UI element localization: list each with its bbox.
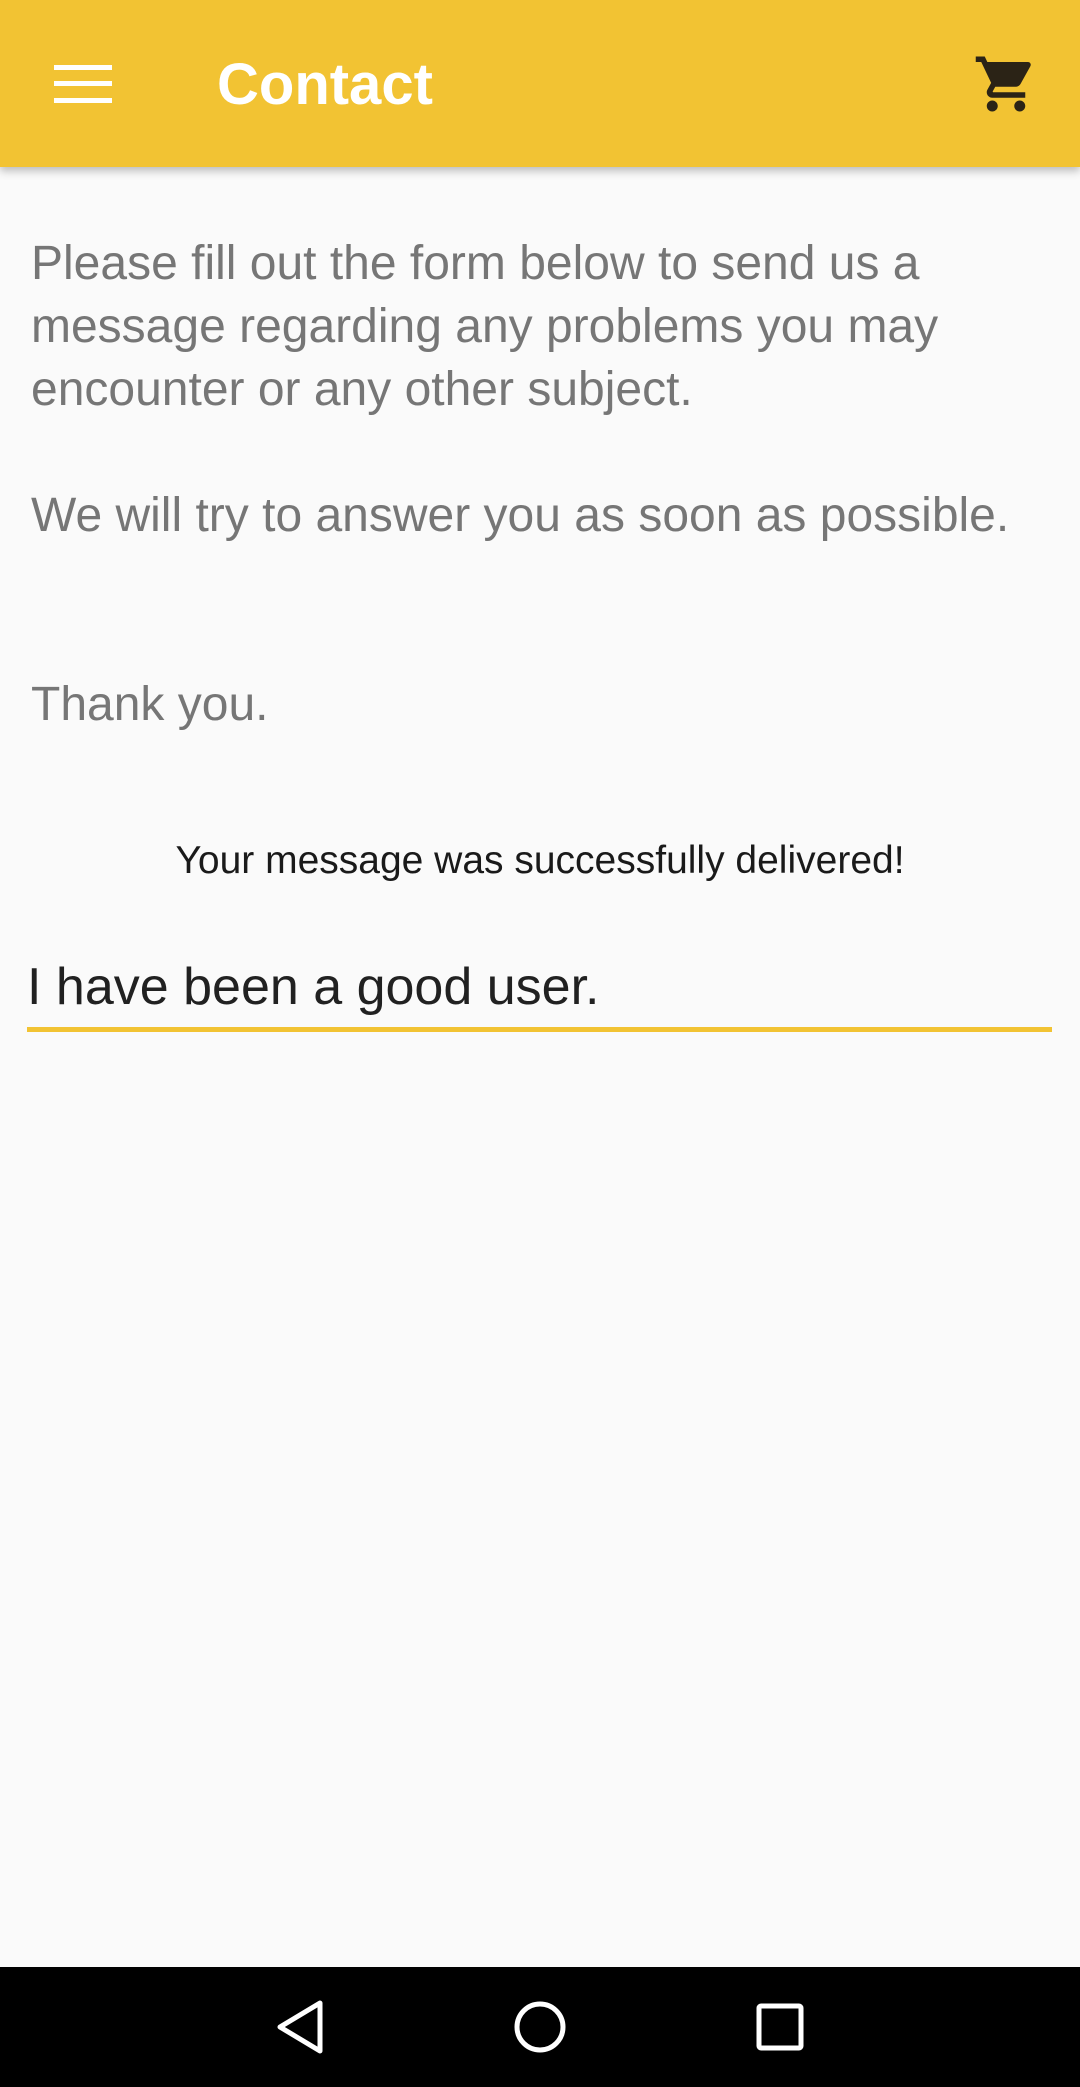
home-button[interactable]: [480, 1967, 600, 2087]
recents-button[interactable]: [720, 1967, 840, 2087]
home-circle-icon: [514, 2001, 566, 2053]
message-field[interactable]: [27, 950, 1052, 1034]
cart-button[interactable]: [963, 44, 1049, 124]
menu-button[interactable]: [40, 44, 126, 124]
page-title: Contact: [217, 52, 433, 117]
response-paragraph: We will try to answer you as soon as pos…: [31, 489, 1010, 542]
thank-you-text: Thank you.: [31, 678, 269, 731]
back-triangle-icon: [277, 2000, 323, 2054]
intro-paragraph: Please fill out the form below to send u…: [31, 237, 939, 416]
app-bar: Contact: [0, 0, 1080, 167]
message-input[interactable]: [27, 950, 1052, 1024]
success-message: Your message was successfully delivered!: [175, 839, 905, 882]
back-button[interactable]: [240, 1967, 360, 2087]
recents-square-icon: [756, 2003, 804, 2051]
shopping-cart-icon: [975, 56, 1031, 112]
hamburger-menu-icon: [54, 65, 112, 103]
system-nav-bar: [0, 1967, 1080, 2087]
field-underline: [27, 1027, 1052, 1032]
